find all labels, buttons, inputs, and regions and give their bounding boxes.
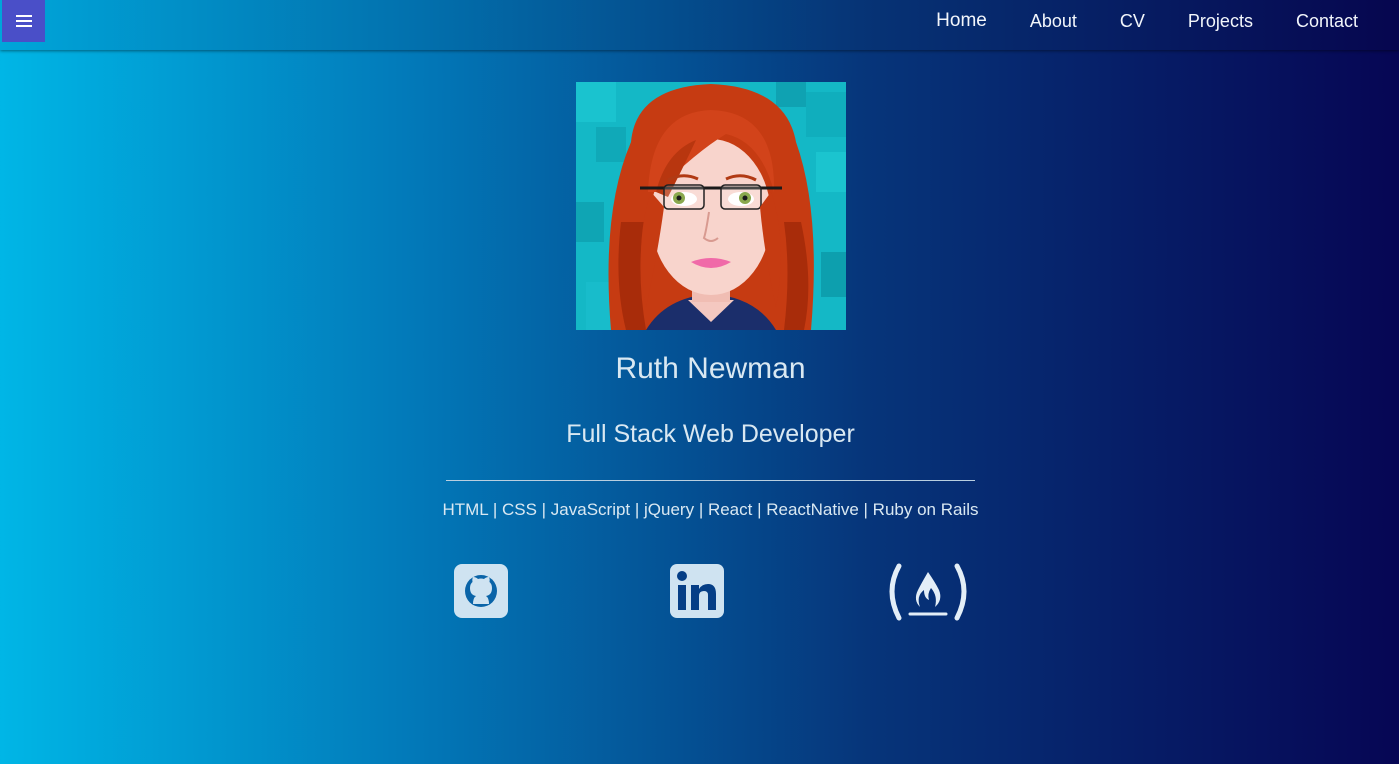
github-icon	[454, 564, 508, 618]
profile-name: Ruth Newman	[615, 352, 806, 385]
skills-list: HTML | CSS | JavaScript | jQuery | React…	[442, 500, 979, 519]
nav-projects[interactable]: Projects	[1188, 11, 1253, 32]
nav-contact[interactable]: Contact	[1296, 11, 1358, 32]
nav-cv[interactable]: CV	[1120, 11, 1145, 32]
divider	[446, 480, 975, 481]
github-link[interactable]	[453, 562, 509, 625]
profile-avatar	[576, 82, 846, 330]
linkedin-link[interactable]	[669, 562, 725, 625]
top-navbar: Home About CV Projects Contact	[0, 0, 1399, 50]
linkedin-icon	[670, 564, 724, 618]
nav-home[interactable]: Home	[936, 10, 987, 32]
menu-button[interactable]	[2, 0, 45, 42]
freecodecamp-icon	[889, 563, 967, 621]
main-nav: Home About CV Projects Contact	[893, 0, 1358, 42]
hamburger-menu-icon	[15, 15, 32, 27]
profile-role: Full Stack Web Developer	[566, 420, 855, 448]
nav-about[interactable]: About	[1030, 11, 1077, 32]
freecodecamp-link[interactable]	[885, 562, 971, 627]
